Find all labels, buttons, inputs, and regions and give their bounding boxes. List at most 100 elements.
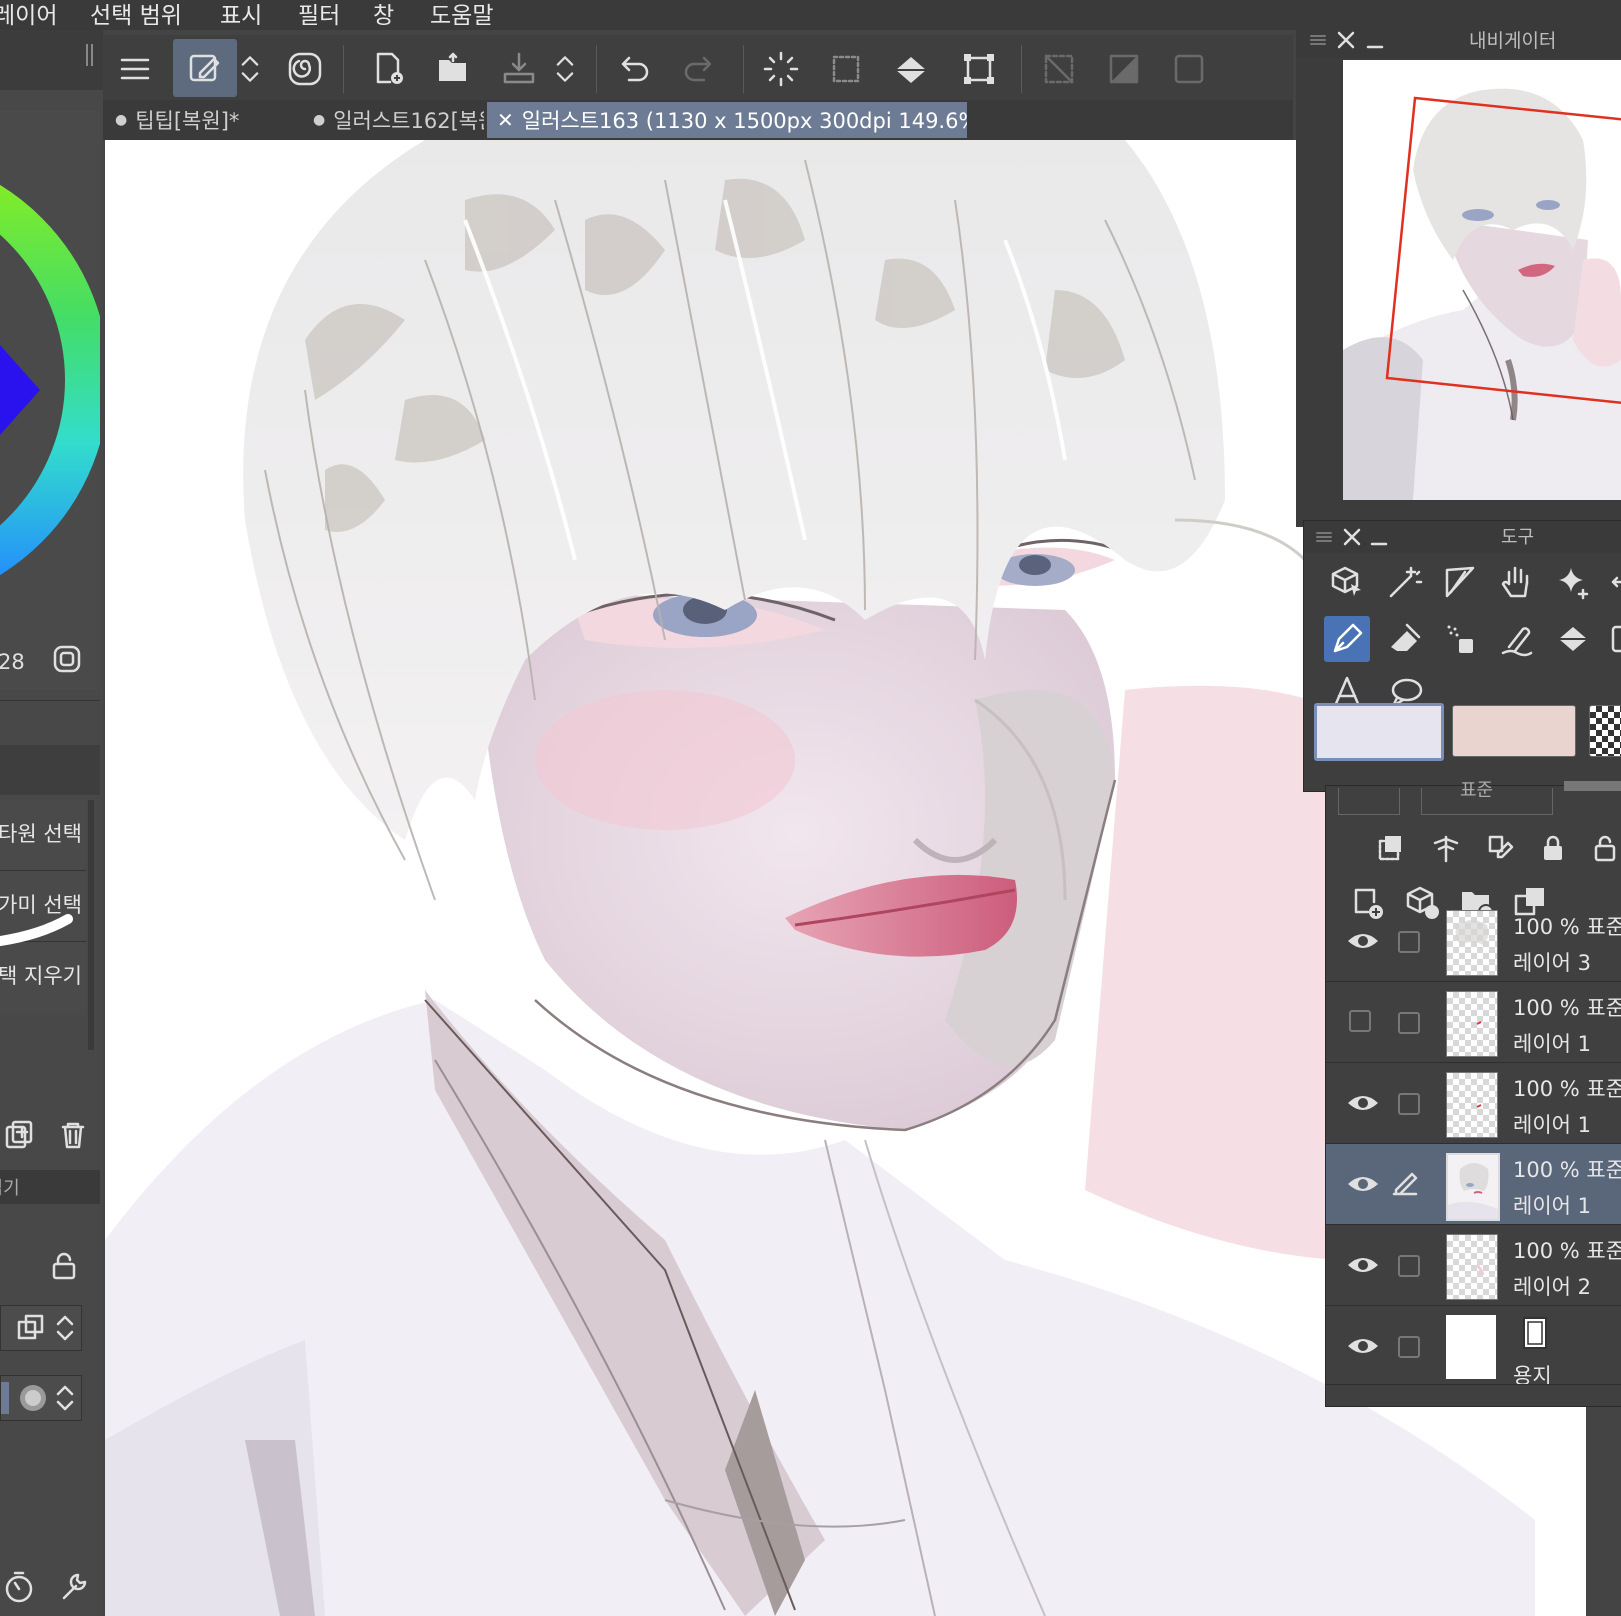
eraser-tool[interactable] <box>1382 616 1428 662</box>
layer-row-4[interactable]: 100 % 표준 레이어 2 <box>1326 1225 1621 1306</box>
menu-button[interactable] <box>109 43 161 95</box>
layer-checkbox[interactable] <box>1398 1012 1420 1034</box>
blend-tool[interactable] <box>1494 616 1540 662</box>
loading-button[interactable] <box>755 43 807 95</box>
swirl-button[interactable] <box>279 43 331 95</box>
stepper-button[interactable] <box>233 43 267 95</box>
invert-select-icon <box>1109 54 1139 84</box>
layer-checkbox[interactable] <box>1398 1336 1420 1358</box>
wrench-icon[interactable] <box>56 1570 90 1604</box>
open-file-button[interactable] <box>428 43 480 95</box>
layer-row-2[interactable]: 100 % 표준 레이어 1 <box>1326 1063 1621 1144</box>
select-all-button[interactable] <box>1163 43 1215 95</box>
menu-window[interactable]: 창 <box>373 0 394 30</box>
list-item[interactable]: 올가미 선택 <box>0 871 86 946</box>
selection-clear-label: 선택 지우기 <box>0 964 82 988</box>
blend-mode-select[interactable]: 표준 <box>1421 780 1553 815</box>
hand-icon <box>1501 566 1529 598</box>
sub-tab[interactable]: 편집기 <box>0 1170 100 1204</box>
sparkle-tool[interactable] <box>1550 559 1596 605</box>
menu-layer[interactable]: 레이어 <box>0 0 57 30</box>
tab-tiptip[interactable]: ● 팁팁[복원]* <box>103 102 298 138</box>
layer-color-select[interactable] <box>1338 788 1400 815</box>
layer-mode-select[interactable] <box>0 1305 82 1351</box>
eye-icon[interactable] <box>1346 1251 1380 1279</box>
eye-icon[interactable] <box>1346 1332 1380 1360</box>
pen-tool[interactable] <box>1324 616 1370 662</box>
minimize-icon[interactable] <box>1368 525 1392 549</box>
save-button[interactable] <box>493 43 545 95</box>
scrollbar[interactable] <box>88 800 94 1050</box>
sub-color-swatch[interactable] <box>1452 705 1576 757</box>
layer-opacity: 100 % 표준 <box>1513 1158 1621 1182</box>
duplicate-icon[interactable] <box>2 1118 36 1152</box>
lock-alpha-icon[interactable] <box>1588 831 1621 865</box>
tab-illust162[interactable]: ● 일러스트162[복원] <box>301 102 484 138</box>
deselect-button[interactable] <box>1033 43 1085 95</box>
color-mode-icon[interactable] <box>50 642 84 676</box>
panel-grip-icon[interactable] <box>86 44 93 66</box>
fill-button[interactable] <box>885 43 937 95</box>
transform-button[interactable] <box>953 43 1005 95</box>
spray-tool[interactable] <box>1438 616 1484 662</box>
navigator-preview[interactable] <box>1343 60 1621 500</box>
fill-tool[interactable] <box>1550 616 1596 662</box>
timer-icon[interactable] <box>2 1570 36 1604</box>
minimize-icon[interactable] <box>1364 28 1388 52</box>
lock-icon[interactable] <box>48 1250 80 1282</box>
hidden-eye-box[interactable] <box>1349 1010 1371 1032</box>
layer-row-5[interactable]: 용지 <box>1326 1306 1621 1385</box>
layer-row-1[interactable]: 100 % 표준 레이어 1 <box>1326 982 1621 1063</box>
stepper-icon <box>56 1315 74 1341</box>
menu-selection[interactable]: 선택 범위 <box>90 0 182 30</box>
menu-filter[interactable]: 필터 <box>298 0 340 30</box>
object-tool[interactable] <box>1324 559 1370 605</box>
menu-view[interactable]: 표시 <box>220 0 262 30</box>
close-icon[interactable]: ✕ <box>497 108 514 132</box>
trash-icon[interactable] <box>56 1118 90 1152</box>
menu-help[interactable]: 도움말 <box>430 0 493 30</box>
shape-tool[interactable] <box>1604 616 1621 662</box>
lock-layer-icon[interactable] <box>1536 831 1570 865</box>
fill-bucket-icon <box>1559 627 1587 651</box>
layer-row-3[interactable]: 100 % 표준 레이어 1 <box>1326 1144 1621 1225</box>
color-wheel[interactable] <box>0 110 109 690</box>
layer-name: 레이어 1 <box>1513 1032 1591 1056</box>
layer-checkbox[interactable] <box>1398 931 1420 953</box>
clip-layer-icon[interactable] <box>1374 831 1408 865</box>
select-area-button[interactable] <box>820 43 872 95</box>
close-icon[interactable] <box>1340 525 1364 549</box>
redo-button[interactable] <box>673 43 725 95</box>
invert-selection-button[interactable] <box>1098 43 1150 95</box>
hand-tool[interactable] <box>1494 559 1540 605</box>
magic-wand-tool[interactable] <box>1382 559 1428 605</box>
undo-button[interactable] <box>608 43 660 95</box>
layer-checkbox[interactable] <box>1398 1093 1420 1115</box>
move-tool[interactable] <box>1604 559 1621 605</box>
eye-icon[interactable] <box>1346 1089 1380 1117</box>
ruler-tool[interactable] <box>1438 559 1484 605</box>
pen-mode-button[interactable] <box>173 39 237 97</box>
transparent-color-swatch[interactable] <box>1589 705 1621 757</box>
eye-icon[interactable] <box>1346 1170 1380 1198</box>
draft-layer-icon[interactable] <box>1484 831 1518 865</box>
eye-icon[interactable] <box>1346 927 1380 955</box>
close-icon[interactable] <box>1334 28 1358 52</box>
list-item[interactable]: 선택 지우기 <box>0 942 86 1012</box>
layer-checkbox[interactable] <box>1398 1255 1420 1277</box>
brush-shape-select[interactable] <box>0 1375 82 1421</box>
layer-name: 레이어 1 <box>1513 1113 1591 1137</box>
opacity-slider[interactable] <box>1564 781 1621 791</box>
stepper-button[interactable] <box>548 43 582 95</box>
reference-layer-icon[interactable] <box>1429 831 1463 865</box>
layer-panel: 표준 100 % 표준 레이어 3 100 % 표준 레이어 1 100 % 표… <box>1325 780 1621 1407</box>
list-item[interactable]: 타원 선택 <box>0 800 86 871</box>
new-file-button[interactable] <box>363 43 415 95</box>
main-color-swatch[interactable] <box>1314 703 1444 761</box>
grip-icon[interactable] <box>1308 30 1328 50</box>
grip-icon[interactable] <box>1314 527 1334 547</box>
chevron-updown-icon <box>241 56 259 82</box>
tab-illust163[interactable]: ✕ 일러스트163 (1130 x 1500px 300dpi 149.6%) <box>487 102 967 138</box>
layer-row-0[interactable]: 100 % 표준 레이어 3 <box>1326 901 1621 982</box>
redo-icon <box>684 56 712 82</box>
